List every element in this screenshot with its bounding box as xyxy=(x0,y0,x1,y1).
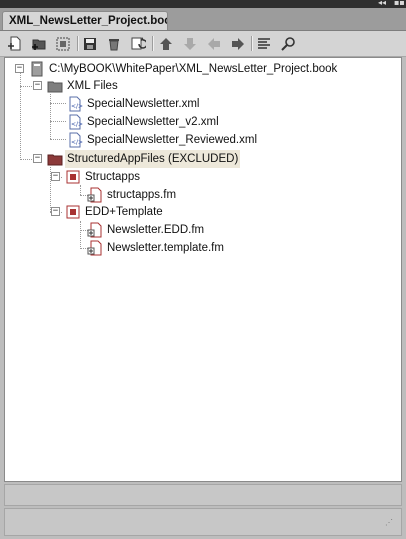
add-file-icon xyxy=(8,36,21,50)
collapse-panel-icon[interactable]: ◂◂ xyxy=(378,0,386,8)
folder-icon xyxy=(47,78,63,94)
svg-text:</>: </> xyxy=(71,121,83,128)
group-icon xyxy=(65,204,81,220)
tab-strip: XML_NewsLetter_Project.book xyxy=(0,8,406,31)
move-down-icon xyxy=(184,37,196,50)
tree-node-file[interactable]: </> SpecialNewsletter.xml xyxy=(5,95,395,113)
tab-book[interactable]: XML_NewsLetter_Project.book xyxy=(2,11,168,30)
refresh-icon xyxy=(131,36,146,49)
collapse-toggle[interactable]: − xyxy=(51,172,60,181)
tree-node-label: SpecialNewsletter_v2.xml xyxy=(87,116,219,128)
collapse-toggle[interactable]: − xyxy=(51,207,60,216)
tree-node-label: Newsletter.EDD.fm xyxy=(107,224,205,236)
collapse-toggle[interactable]: − xyxy=(15,64,24,73)
svg-text:</>: </> xyxy=(71,139,83,146)
search-icon xyxy=(281,36,295,51)
tree-node-root[interactable]: − C:\MyBOOK\WhitePaper\XML_NewsLetter_Pr… xyxy=(5,60,395,78)
fm-file-icon xyxy=(87,240,103,256)
resize-grip-icon[interactable]: ⋰ xyxy=(385,519,395,530)
list-icon xyxy=(258,37,270,49)
tree-node-label: C:\MyBOOK\WhitePaper\XML_NewsLetter_Proj… xyxy=(49,63,338,75)
add-folder-icon xyxy=(32,39,46,50)
tree-node-label: StructuredAppFiles (EXCLUDED) xyxy=(65,150,241,168)
move-up-button[interactable] xyxy=(156,34,176,53)
tree-node-folder-xml-files[interactable]: − XML Files xyxy=(5,77,395,95)
tree-node-file[interactable]: structapps.fm xyxy=(5,186,395,204)
delete-icon xyxy=(109,38,119,50)
tree-node-group-structapps[interactable]: − Structapps xyxy=(5,168,395,186)
save-button[interactable] xyxy=(80,34,100,53)
status-bar xyxy=(4,484,402,506)
svg-text:</>: </> xyxy=(71,103,83,110)
add-folder-button[interactable] xyxy=(29,34,49,53)
toolbar-separator xyxy=(251,36,253,51)
tree-node-label: SpecialNewsletter.xml xyxy=(87,98,200,110)
book-icon xyxy=(29,61,45,77)
tree-node-label: structapps.fm xyxy=(107,189,177,201)
add-group-icon xyxy=(56,37,70,50)
tree-node-folder-structured[interactable]: − StructuredAppFiles (EXCLUDED) xyxy=(5,150,395,168)
refresh-button[interactable] xyxy=(128,34,148,53)
move-up-icon xyxy=(160,37,172,50)
collapse-toggle[interactable]: − xyxy=(33,81,42,90)
toolbar-separator xyxy=(152,36,154,51)
list-button[interactable] xyxy=(254,34,274,53)
xml-file-icon: </> xyxy=(67,114,83,130)
xml-file-icon: </> xyxy=(67,132,83,148)
tree-node-file[interactable]: Newsletter.template.fm xyxy=(5,239,395,257)
tree-node-label: XML Files xyxy=(67,80,118,92)
tree-node-label: Structapps xyxy=(85,171,140,183)
move-right-icon xyxy=(232,37,244,50)
move-left-icon xyxy=(208,37,220,50)
folder-excluded-icon xyxy=(47,151,63,167)
xml-file-icon: </> xyxy=(67,96,83,112)
tree-node-label: Newsletter.template.fm xyxy=(107,242,224,254)
fm-file-icon xyxy=(87,187,103,203)
tree-node-file[interactable]: </> SpecialNewsletter_Reviewed.xml xyxy=(5,131,395,149)
delete-button[interactable] xyxy=(104,34,124,53)
tree-node-file[interactable]: Newsletter.EDD.fm xyxy=(5,221,395,239)
tree-node-file[interactable]: </> SpecialNewsletter_v2.xml xyxy=(5,113,395,131)
status-bar: ⋰ xyxy=(4,508,402,536)
group-icon xyxy=(65,169,81,185)
search-button[interactable] xyxy=(278,34,298,53)
toolbar-separator xyxy=(77,36,79,51)
add-group-button[interactable] xyxy=(53,34,73,53)
tree-node-label: EDD+Template xyxy=(85,206,163,218)
panel-menu-icon[interactable]: ▪▪ xyxy=(394,0,405,8)
collapse-toggle[interactable]: − xyxy=(33,154,42,163)
project-tree-panel[interactable]: − C:\MyBOOK\WhitePaper\XML_NewsLetter_Pr… xyxy=(4,57,402,482)
tree-node-label: SpecialNewsletter_Reviewed.xml xyxy=(87,134,258,146)
add-file-button[interactable] xyxy=(5,34,25,53)
toolbar xyxy=(0,31,406,57)
tree-node-group-edd-template[interactable]: − EDD+Template xyxy=(5,203,395,221)
move-left-button[interactable] xyxy=(204,34,224,53)
move-down-button[interactable] xyxy=(180,34,200,53)
save-icon xyxy=(84,37,96,50)
move-right-button[interactable] xyxy=(228,34,248,53)
fm-file-icon xyxy=(87,222,103,238)
